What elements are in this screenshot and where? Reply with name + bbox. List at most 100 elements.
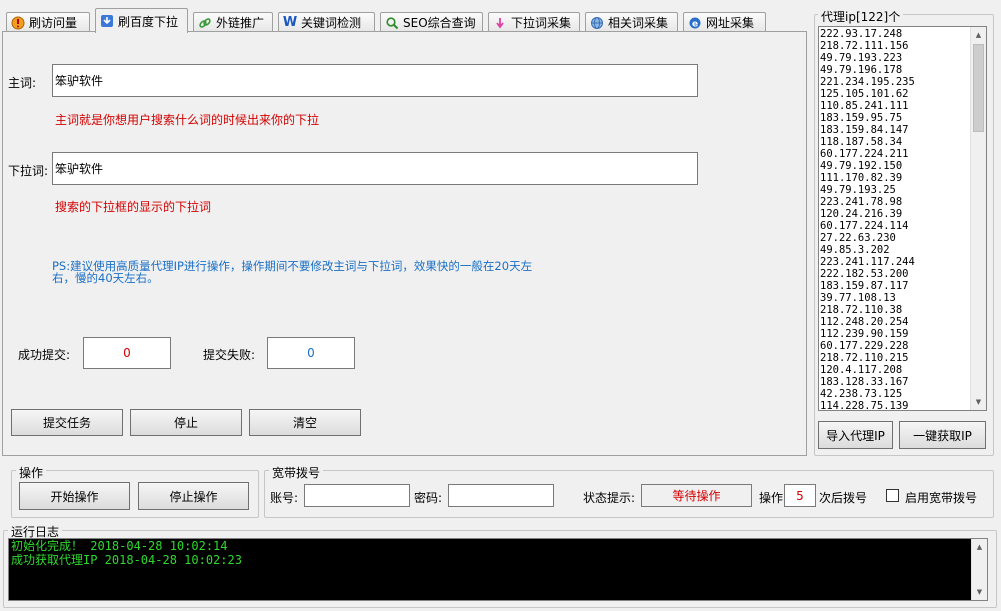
proxy-list-item[interactable]: 60.177.224.114 [819,220,971,232]
scroll-up-icon[interactable]: ▲ [971,27,986,43]
tab-dropdown-collect[interactable]: 下拉词采集 [488,12,580,32]
proxy-list-item[interactable]: 60.177.224.211 [819,148,971,160]
dropdown-word-label: 下拉词: [8,164,49,178]
main-word-hint: 主词就是你想用户搜索什么词的时候出来你的下拉 [55,113,320,127]
down-arrow-icon [493,16,507,30]
clear-button[interactable]: 清空 [249,409,361,436]
main-word-input[interactable]: 笨驴软件 [52,64,698,97]
proxy-list[interactable]: 222.93.17.248 218.72.111.156 49.79.193.223… [818,26,987,411]
fail-count: 0 [267,337,355,369]
proxy-list-item[interactable]: 218.72.111.156 [819,40,971,52]
proxy-list-item[interactable]: 111.170.82.39 [819,172,971,184]
fetch-ip-button[interactable]: 一键获取IP [899,421,986,449]
dropdown-word-input[interactable]: 笨驴软件 [52,152,698,185]
proxy-list-item[interactable]: 118.187.58.34 [819,136,971,148]
account-input[interactable] [304,484,410,507]
proxy-title: 代理ip[122]个 [818,8,904,25]
proxy-list-item[interactable]: 49.79.193.223 [819,52,971,64]
submit-task-button[interactable]: 提交任务 [11,409,123,436]
tab-visits[interactable]: 刷访问量 [6,12,90,32]
log-line: 初始化完成！ 2018-04-28 10:02:14 [11,539,228,553]
download-icon [100,14,114,28]
proxy-list-item[interactable]: 183.128.33.167 [819,376,971,388]
log-line: 成功获取代理IP 2018-04-28 10:02:23 [11,553,242,567]
proxy-list-item[interactable]: 218.72.110.38 [819,304,971,316]
proxy-list-item[interactable]: 114.228.75.139 [819,400,971,410]
proxy-list-item[interactable]: 112.248.20.254 [819,316,971,328]
after-label: 次后拨号 [819,491,868,505]
proxy-list-item[interactable]: 223.241.117.244 [819,256,971,268]
proxy-list-item[interactable]: 49.79.196.178 [819,64,971,76]
tab-label: 下拉词采集 [511,16,572,30]
proxy-list-item[interactable]: 221.234.195.235 [819,76,971,88]
proxy-list-item[interactable]: 110.85.241.111 [819,100,971,112]
proxy-scrollbar[interactable]: ▲ ▼ [970,27,986,410]
success-count: 0 [83,337,171,369]
tab-related-collect[interactable]: 相关词采集 [585,12,678,32]
fail-label: 提交失败: [203,348,256,362]
import-proxy-button[interactable]: 导入代理IP [818,421,893,449]
proxy-list-item[interactable]: 222.182.53.200 [819,268,971,280]
password-label: 密码: [414,491,443,505]
stop-task-button[interactable]: 停止 [130,409,242,436]
shield-icon [11,16,25,30]
tab-label: 外链推广 [216,16,265,30]
proxy-list-item[interactable]: 218.72.110.215 [819,352,971,364]
broadband-title: 宽带拨号 [269,464,324,481]
proxy-list-item[interactable]: 49.79.193.25 [819,184,971,196]
tab-seo-query[interactable]: SEO综合查询 [380,12,483,32]
proxy-list-item[interactable]: 60.177.229.228 [819,340,971,352]
w-icon: W [282,15,298,30]
scroll-down-icon[interactable]: ▼ [972,584,987,600]
tab-baidu-dropdown[interactable]: 刷百度下拉 [95,8,188,33]
dropdown-word-hint: 搜索的下拉框的显示的下拉词 [55,200,212,214]
password-input[interactable] [448,484,554,507]
operation-title: 操作 [16,464,47,481]
proxy-list-item[interactable]: 222.93.17.248 [819,28,971,40]
start-operation-button[interactable]: 开始操作 [19,482,130,510]
proxy-list-item[interactable]: 183.159.84.147 [819,124,971,136]
proxy-list-item[interactable]: 39.77.108.13 [819,292,971,304]
tab-label: SEO综合查询 [403,16,476,30]
enable-dialup-label: 启用宽带拨号 [905,491,978,505]
tab-label: 刷百度下拉 [118,14,179,29]
op-label: 操作 [759,491,784,505]
scroll-up-icon[interactable]: ▲ [972,539,987,555]
main-word-label: 主词: [8,76,37,90]
proxy-list-item[interactable]: 125.105.101.62 [819,88,971,100]
tab-external-links[interactable]: 外链推广 [193,12,273,32]
tab-label: 刷访问量 [29,16,78,30]
proxy-list-item[interactable]: 183.159.87.117 [819,280,971,292]
success-label: 成功提交: [18,348,71,362]
tab-url-collect[interactable]: e 网址采集 [683,12,766,32]
stop-operation-button[interactable]: 停止操作 [138,482,249,510]
tab-label: 相关词采集 [608,16,669,30]
proxy-list-item[interactable]: 49.79.192.150 [819,160,971,172]
proxy-list-item[interactable]: 42.238.73.125 [819,388,971,400]
svg-text:e: e [692,19,698,29]
globe-icon [590,16,604,30]
proxy-list-item[interactable]: 223.241.78.98 [819,196,971,208]
tab-keyword-check[interactable]: W 关键词检测 [278,12,375,32]
ps-note-line2: 右，慢的40天左右。 [52,271,159,285]
tab-label: 关键词检测 [301,16,362,30]
scroll-down-icon[interactable]: ▼ [971,394,986,410]
log-scrollbar[interactable]: ▲ ▼ [971,539,987,600]
op-count-input[interactable]: 5 [784,484,816,507]
status-value: 等待操作 [641,484,752,507]
tab-bar: 刷访问量 刷百度下拉 外链推广 W 关键词检测 SEO综合查询 下拉词采集 相关… [2,8,802,33]
link-icon [198,16,212,30]
proxy-list-item[interactable]: 27.22.63.230 [819,232,971,244]
proxy-list-item[interactable]: 183.159.95.75 [819,112,971,124]
enable-dialup-checkbox[interactable] [886,489,899,502]
log-output[interactable]: 初始化完成！ 2018-04-28 10:02:14 成功获取代理IP 2018… [8,538,988,601]
proxy-list-item[interactable]: 120.4.117.208 [819,364,971,376]
status-label: 状态提示: [583,491,636,505]
scrollbar-thumb[interactable] [973,44,984,132]
proxy-items: 222.93.17.248 218.72.111.156 49.79.193.223… [819,28,971,410]
ie-icon: e [688,16,702,30]
proxy-list-item[interactable]: 120.24.216.39 [819,208,971,220]
account-label: 账号: [270,491,299,505]
proxy-list-item[interactable]: 49.85.3.202 [819,244,971,256]
proxy-list-item[interactable]: 112.239.90.159 [819,328,971,340]
